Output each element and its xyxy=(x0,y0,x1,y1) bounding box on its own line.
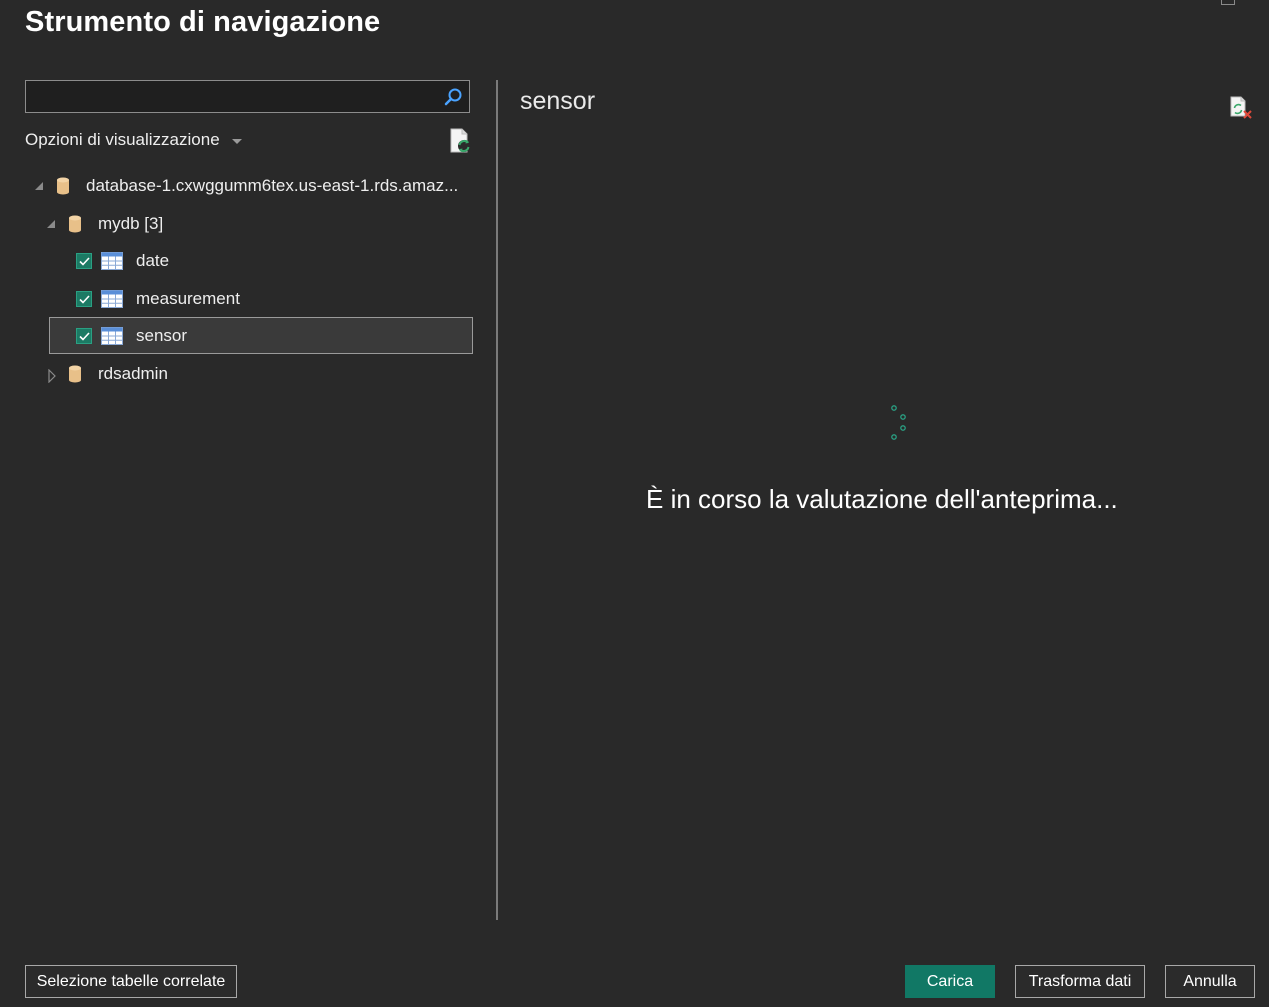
view-options-label: Opzioni di visualizzazione xyxy=(25,130,220,149)
tree-item-server[interactable]: database-1.cxwggumm6tex.us-east-1.rds.am… xyxy=(34,168,458,204)
search-icon[interactable] xyxy=(443,87,463,107)
table-icon xyxy=(101,252,123,270)
tree-item-label: measurement xyxy=(136,289,240,308)
tree-item-rdsadmin[interactable]: rdsadmin xyxy=(46,356,168,392)
tree-item-table-measurement[interactable]: measurement xyxy=(76,281,240,317)
window-maximize-icon[interactable] xyxy=(1221,0,1235,5)
expand-arrow-icon[interactable] xyxy=(46,368,58,384)
database-icon xyxy=(57,177,69,195)
loading-spinner-icon xyxy=(891,405,906,440)
tree-item-mydb[interactable]: mydb [3] xyxy=(46,206,163,242)
checkmark-icon xyxy=(78,294,90,304)
tree-item-label: sensor xyxy=(136,326,188,345)
pane-divider[interactable] xyxy=(496,80,498,920)
load-button[interactable]: Carica xyxy=(905,965,995,998)
table-icon xyxy=(101,327,123,345)
collapse-arrow-icon[interactable] xyxy=(34,180,46,192)
collapse-arrow-icon[interactable] xyxy=(46,218,58,230)
tree-item-label: mydb [3] xyxy=(98,214,164,233)
document-cancel-icon[interactable] xyxy=(1229,96,1253,120)
tree-item-label: rdsadmin xyxy=(98,364,168,383)
tree-item-table-date[interactable]: date xyxy=(76,243,169,279)
select-related-tables-button[interactable]: Selezione tabelle correlate xyxy=(25,965,237,998)
navigator-window: Strumento di navigazione Opzioni di visu… xyxy=(0,0,1269,1007)
search-box[interactable] xyxy=(25,80,470,113)
search-input[interactable] xyxy=(32,85,436,109)
transform-data-button[interactable]: Trasforma dati xyxy=(1015,965,1145,998)
preview-title: sensor xyxy=(520,87,596,115)
checkmark-icon xyxy=(78,256,90,266)
tree-item-label: date xyxy=(136,251,170,270)
database-icon xyxy=(69,365,81,383)
table-icon xyxy=(101,290,123,308)
window-title: Strumento di navigazione xyxy=(25,6,381,38)
database-icon xyxy=(69,215,81,233)
tree-item-table-sensor[interactable]: sensor xyxy=(76,318,187,354)
refresh-icon[interactable] xyxy=(449,128,473,154)
checkmark-icon xyxy=(78,331,90,341)
tree-item-label: database-1.cxwggumm6tex.us-east-1.rds.am… xyxy=(86,176,459,195)
table-checkbox[interactable] xyxy=(76,291,92,307)
table-checkbox[interactable] xyxy=(76,253,92,269)
cancel-button[interactable]: Annulla xyxy=(1165,965,1255,998)
chevron-down-icon xyxy=(231,138,242,144)
view-options-dropdown[interactable]: Opzioni di visualizzazione xyxy=(25,130,242,150)
table-checkbox[interactable] xyxy=(76,328,92,344)
loading-message: È in corso la valutazione dell'anteprima… xyxy=(646,484,1118,514)
